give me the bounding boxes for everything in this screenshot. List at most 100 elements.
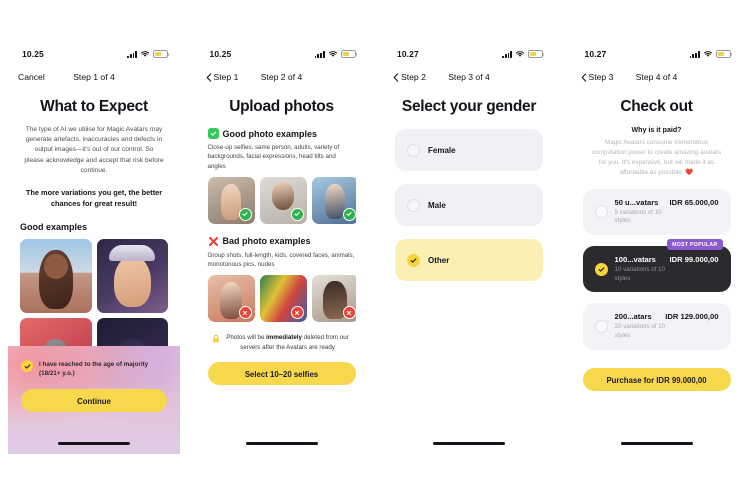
good-photos-heading: Good photo examples <box>222 128 318 139</box>
status-time: 10.25 <box>22 49 44 59</box>
chevron-left-icon <box>206 72 211 82</box>
plan-name: 100...vatars <box>614 255 656 265</box>
nav-back-label: Step 2 <box>401 72 426 82</box>
status-bar: 10.27 <box>383 42 555 62</box>
consent-overlay: I have reached to the age of majority (1… <box>8 346 180 454</box>
back-button[interactable]: Step 2 <box>393 72 426 82</box>
back-button[interactable]: Step 1 <box>206 72 239 82</box>
plan-price: IDR 99.000,00 <box>669 255 719 265</box>
wifi-icon <box>328 51 337 57</box>
screen-body: Check out Why is it paid? Magic Avatars … <box>571 98 743 391</box>
nav-bar: Cancel Step 1 of 4 <box>8 67 180 87</box>
radio-icon[interactable] <box>407 198 420 212</box>
plan-subtitle: 20 variations of 10 styles <box>614 323 666 340</box>
bad-photos-description: Group shots, full-length, kids, covered … <box>207 251 355 269</box>
plan-subtitle: 5 variations of 10 styles <box>614 208 662 225</box>
plan-option-200[interactable]: 200...atars IDR 129.000,00 20 variations… <box>582 303 731 350</box>
page-title: What to Expect <box>40 98 148 115</box>
radio-checked-icon[interactable] <box>594 262 608 276</box>
purchase-button[interactable]: Purchase for IDR 99.000,00 <box>582 367 731 391</box>
nav-back-label: Cancel <box>18 72 45 82</box>
screen-body: Upload photos Good photo examples Close-… <box>196 98 368 386</box>
signal-icon <box>689 50 700 58</box>
battery-icon <box>340 50 357 58</box>
status-icons <box>127 50 170 58</box>
status-icons <box>689 50 732 58</box>
lock-icon <box>212 334 219 343</box>
status-bar: 10.27 <box>571 42 743 62</box>
status-bar: 10.25 <box>196 42 368 62</box>
plan-name: 200...atars <box>614 312 652 322</box>
radio-icon[interactable] <box>594 205 608 219</box>
gender-option-female[interactable]: Female <box>395 129 543 171</box>
check-badge-icon <box>342 207 356 221</box>
bad-photo-thumb <box>259 275 307 323</box>
radio-icon[interactable] <box>594 320 608 334</box>
good-photo-thumb <box>207 176 255 224</box>
screenshot-board: 10.25 Cancel Step 1 of 4 What to Expect … <box>0 0 750 500</box>
age-consent-row[interactable]: I have reached to the age of majority (1… <box>8 346 180 378</box>
battery-icon <box>715 50 732 58</box>
signal-icon <box>502 50 512 58</box>
why-paid-text: Magic Avatars consume tremendous computa… <box>591 139 722 176</box>
page-title: Upload photos <box>229 98 334 115</box>
cross-badge-icon <box>342 306 356 320</box>
gender-option-label: Female <box>428 145 456 155</box>
status-bar: 10.25 <box>8 42 180 62</box>
gender-option-other[interactable]: Other <box>395 239 543 281</box>
chevron-left-icon <box>393 72 399 82</box>
page-title: Check out <box>620 98 693 115</box>
example-avatar-image <box>96 239 168 314</box>
good-photo-thumb <box>311 176 356 224</box>
plan-title-row: 50 u...vatars IDR 65.000,00 <box>615 198 719 207</box>
cancel-button[interactable]: Cancel <box>18 72 45 82</box>
radio-icon[interactable] <box>407 143 420 157</box>
nav-bar: Step 3 Step 4 of 4 <box>571 67 743 87</box>
back-button[interactable]: Step 3 <box>581 72 614 82</box>
good-photo-strip[interactable] <box>207 176 356 224</box>
app-screen-check-out: 10.27 Step 3 Step 4 of 4 Check out Why i… <box>570 42 743 454</box>
bad-photos-header: Bad photo examples <box>208 236 356 247</box>
check-badge-icon <box>238 207 252 221</box>
select-selfies-button[interactable]: Select 10–20 selfies <box>207 362 356 386</box>
good-examples-heading: Good examples <box>20 222 88 233</box>
check-badge-icon <box>290 207 304 221</box>
plan-price: IDR 65.000,00 <box>669 197 719 207</box>
check-icon[interactable] <box>21 360 33 372</box>
nav-bar: Step 1 Step 2 of 4 <box>196 67 368 87</box>
most-popular-badge: MOST POPULAR <box>667 239 723 251</box>
plan-option-100[interactable]: MOST POPULAR 100...vatars IDR 99.000,00 … <box>582 239 731 293</box>
battery-icon <box>153 50 170 58</box>
good-photos-description: Close-up selfies, same person, adults, v… <box>207 144 340 170</box>
privacy-text: Photos will be immediately deleted from … <box>226 334 349 351</box>
chevron-left-icon <box>581 72 586 82</box>
gender-option-male[interactable]: Male <box>395 184 543 226</box>
good-photo-thumb <box>259 176 307 224</box>
phone-screen-2: 10.25 Step 1 Step 2 of 4 Upload photos G… <box>187 0 375 500</box>
status-icons <box>314 50 357 58</box>
why-paid-heading: Why is it paid? <box>631 126 682 134</box>
continue-button[interactable]: Continue <box>21 389 167 413</box>
nav-back-label: Step 3 <box>588 72 614 82</box>
bad-photo-thumb <box>311 275 356 323</box>
disclaimer-text: The type of AI we utilise for Magic Avat… <box>24 126 164 174</box>
bad-photos-heading: Bad photo examples <box>222 236 311 247</box>
plan-info: 50 u...vatars IDR 65.000,00 5 variations… <box>615 198 719 226</box>
signal-icon <box>314 50 325 58</box>
gender-option-label: Male <box>428 200 446 210</box>
checkmark-icon <box>207 128 219 139</box>
plan-option-50[interactable]: 50 u...vatars IDR 65.000,00 5 variations… <box>582 188 731 236</box>
phone-screen-3: 10.27 Step 2 Step 3 of 4 Select your gen… <box>375 0 563 500</box>
home-indicator <box>245 441 318 445</box>
bad-photo-strip[interactable] <box>207 275 356 323</box>
page-title: Select your gender <box>401 98 537 115</box>
plan-info: 200...atars IDR 129.000,00 20 variations… <box>615 312 719 340</box>
variations-note: The more variations you get, the better … <box>25 188 163 209</box>
plan-name: 50 u...vatars <box>614 197 659 207</box>
screen-body: Select your gender Female Male Other <box>383 98 555 281</box>
wifi-icon <box>141 51 149 57</box>
plan-price: IDR 129.000,00 <box>665 312 719 322</box>
example-avatar-image <box>20 239 92 314</box>
radio-checked-icon[interactable] <box>407 253 420 267</box>
nav-back-label: Step 1 <box>213 72 239 82</box>
